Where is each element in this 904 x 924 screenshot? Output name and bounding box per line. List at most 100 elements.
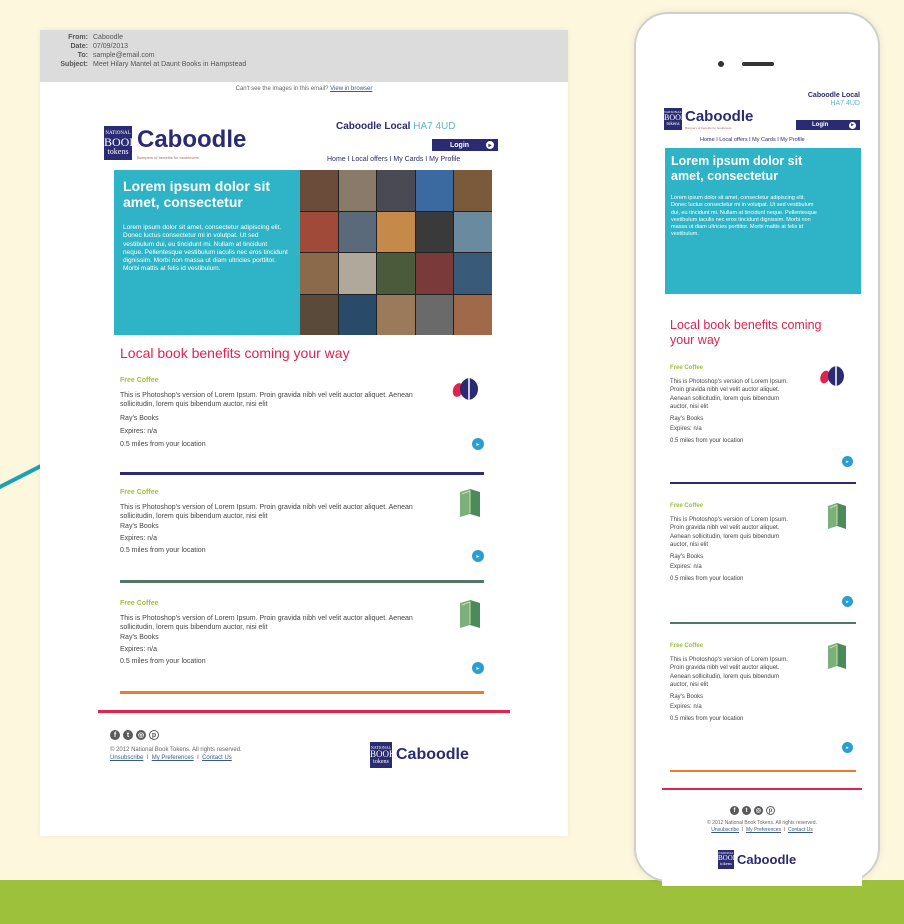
offer-arrow-button[interactable]: ▸	[472, 550, 484, 562]
footer-divider	[98, 710, 510, 713]
to-value: sample@email.com	[93, 52, 155, 59]
hero-title: Lorem ipsum dolor sit amet, consectetur	[671, 154, 803, 183]
caboodle-wordmark: Caboodle	[737, 852, 797, 867]
offer-arrow-button[interactable]: ▸	[842, 742, 853, 753]
offer-card[interactable]: Free Coffee This is Photoshop's version …	[670, 502, 796, 583]
offer-shop: Ray's Books	[120, 634, 159, 641]
footer-divider	[662, 788, 862, 790]
offer-description: This is Photoshop's version of Lorem Ips…	[120, 392, 413, 408]
offer-expires: Expires: n/a	[120, 428, 157, 435]
offer-divider	[670, 622, 856, 624]
footer-brand-logo[interactable]: NATIONAL BOOK tokens Caboodle	[370, 742, 469, 768]
copyright-text: © 2012 National Book Tokens. All rights …	[110, 747, 242, 753]
offer-expires: Expires: n/a	[120, 535, 157, 542]
pinterest-icon[interactable]: p	[149, 730, 159, 740]
unsubscribe-link[interactable]: Unsubscribe	[711, 827, 739, 833]
brand-logo[interactable]: NATIONAL BOOK tokens Caboodle Bumpers of…	[664, 108, 753, 130]
offer-description: This is Photoshop's version of Lorem Ips…	[670, 516, 788, 549]
offer-title: Free Coffee	[120, 377, 159, 384]
coffee-logo-icon	[820, 366, 844, 386]
benefits-title: Local book benefits coming your way	[120, 345, 350, 361]
offer-distance: 0.5 miles from your location	[120, 547, 206, 554]
postcode: HA7 4UD	[830, 100, 860, 107]
facebook-icon[interactable]: f	[110, 730, 120, 740]
login-button[interactable]: Login ▸	[432, 139, 498, 151]
offer-shop: Ray's Books	[120, 415, 159, 422]
offer-distance: 0.5 miles from your location	[120, 441, 206, 448]
brand-tagline: Bumpers of benefits for booklovers	[137, 155, 199, 160]
offer-title: Free Coffee	[670, 503, 704, 509]
offer-card[interactable]: Free Coffee This is Photoshop's version …	[120, 376, 420, 449]
unsubscribe-link[interactable]: Unsubscribe	[110, 755, 143, 761]
date-label: Date:	[70, 43, 88, 50]
offer-expires: Expires: n/a	[120, 646, 157, 653]
view-in-browser-link[interactable]: View in browser	[330, 86, 372, 92]
offer-distance: 0.5 miles from your location	[670, 715, 744, 722]
offer-divider	[670, 482, 856, 484]
offer-shop: Ray's Books	[670, 693, 704, 700]
contact-link[interactable]: Contact Us	[202, 755, 232, 761]
hero-banner: Lorem ipsum dolor sit amet, consectetur …	[665, 148, 861, 294]
preferences-link[interactable]: My Preferences	[746, 827, 781, 833]
top-nav[interactable]: Home I Local offers I My Cards I My Prof…	[327, 156, 460, 163]
offer-title: Free Coffee	[120, 489, 159, 496]
book-icon	[460, 600, 480, 628]
offer-card[interactable]: Free Coffee This is Photoshop's version …	[670, 642, 796, 723]
offer-divider	[120, 580, 484, 583]
offer-distance: 0.5 miles from your location	[670, 437, 744, 444]
caboodle-wordmark: Caboodle	[685, 108, 754, 125]
phone-mockup: NATIONAL BOOK tokens Caboodle Bumpers of…	[634, 12, 880, 886]
bottom-green-band	[0, 880, 904, 924]
nbt-logo: NATIONAL BOOK tokens	[370, 742, 396, 768]
contact-link[interactable]: Contact Us	[788, 827, 813, 833]
hero-banner: Lorem ipsum dolor sit amet, consectetur …	[114, 170, 300, 335]
offer-divider	[670, 770, 856, 772]
date-value: 07/09/2013	[93, 43, 129, 50]
offer-card[interactable]: Free Coffee This is Photoshop's version …	[120, 599, 420, 666]
offer-title: Free Coffee	[670, 643, 704, 649]
brand-logo[interactable]: NATIONAL BOOK tokens Caboodle Bumpers of…	[104, 126, 246, 160]
offer-card[interactable]: Free Coffee This is Photoshop's version …	[670, 364, 796, 445]
nbt-logo: NATIONAL BOOK tokens	[104, 126, 138, 160]
offer-shop: Ray's Books	[670, 415, 704, 422]
nbt-logo: NATIONAL BOOK tokens	[718, 850, 738, 869]
offer-arrow-button[interactable]: ▸	[842, 596, 853, 607]
twitter-icon[interactable]: t	[742, 806, 751, 815]
offer-arrow-button[interactable]: ▸	[472, 438, 484, 450]
hero-body: Lorem ipsum dolor sit amet, consectetur …	[123, 224, 288, 273]
facebook-icon[interactable]: f	[730, 806, 739, 815]
offer-arrow-button[interactable]: ▸	[472, 662, 484, 674]
caboodle-local-title: Caboodle Local HA7 4UD	[336, 121, 456, 132]
offer-description: This is Photoshop's version of Lorem Ips…	[670, 656, 788, 689]
view-in-browser-line: Can't see the images in this email? View…	[40, 86, 568, 92]
view-text: Can't see the images in this email?	[235, 86, 329, 92]
benefits-title: Local book benefits coming your way	[670, 318, 822, 347]
offer-expires: Expires: n/a	[670, 426, 702, 432]
postcode: HA7 4UD	[413, 121, 456, 132]
offer-distance: 0.5 miles from your location	[670, 575, 744, 582]
footer-brand-logo[interactable]: NATIONAL BOOK tokens Caboodle	[718, 850, 796, 869]
book-icon	[828, 503, 846, 529]
twitter-icon[interactable]: t	[123, 730, 133, 740]
offer-divider	[120, 691, 484, 694]
top-nav[interactable]: Home I Local offers I My Cards I My Prof…	[700, 137, 805, 143]
offer-card[interactable]: Free Coffee This is Photoshop's version …	[120, 488, 420, 555]
pinterest-icon[interactable]: p	[766, 806, 775, 815]
login-button[interactable]: Login ▸	[796, 120, 860, 130]
book-icon	[828, 643, 846, 669]
phone-screen: NATIONAL BOOK tokens Caboodle Bumpers of…	[662, 86, 862, 886]
footer-text: © 2012 National Book Tokens. All rights …	[110, 747, 242, 761]
instagram-icon[interactable]: ◎	[136, 730, 146, 740]
arrow-right-icon: ▸	[486, 141, 494, 149]
arrow-right-icon: ▸	[849, 121, 856, 129]
offer-arrow-button[interactable]: ▸	[842, 456, 853, 467]
instagram-icon[interactable]: ◎	[754, 806, 763, 815]
hero-body: Lorem ipsum dolor sit amet, consectetur …	[671, 195, 817, 238]
desktop-email: From: Caboodle Date: 07/09/2013 To: sample@…	[40, 30, 568, 836]
preferences-link[interactable]: My Preferences	[152, 755, 194, 761]
subject-label: Subject:	[60, 61, 88, 68]
offer-title: Free Coffee	[670, 365, 704, 371]
offer-shop: Ray's Books	[670, 553, 704, 560]
subject-value: Meet Hilary Mantel at Daunt Books in Ham…	[93, 61, 247, 68]
from-value: Caboodle	[93, 34, 123, 41]
